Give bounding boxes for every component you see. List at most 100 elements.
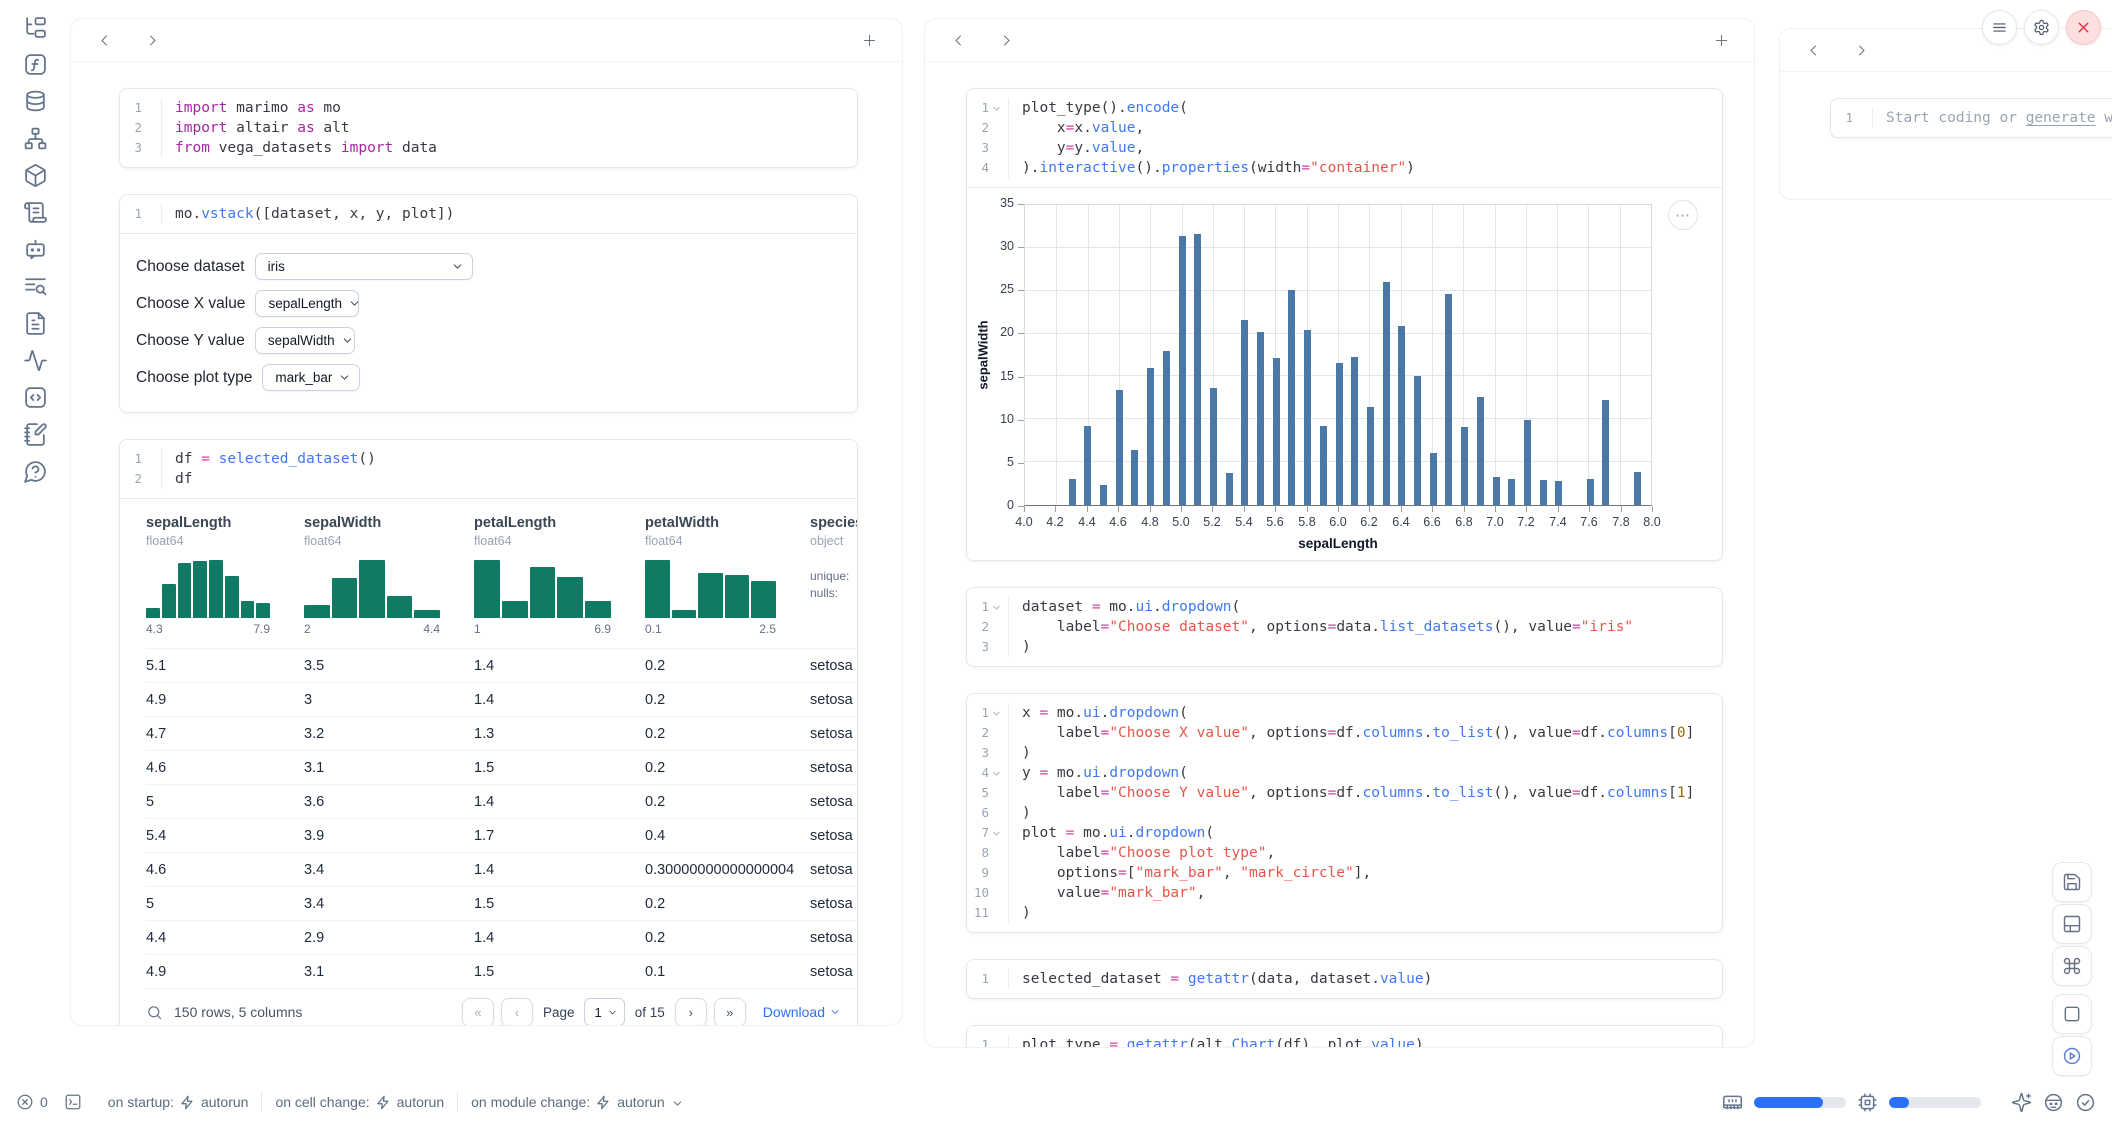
- package-icon: [23, 163, 48, 188]
- save-button[interactable]: [2052, 862, 2092, 902]
- run-all-button[interactable]: [2052, 1036, 2092, 1076]
- histogram-range: 4.37.9: [146, 622, 270, 636]
- column-scroll-left-button[interactable]: [93, 29, 115, 51]
- sidebar-list-search-button[interactable]: [16, 273, 54, 299]
- dropdown-select[interactable]: mark_bar: [262, 364, 360, 391]
- chevron-left-icon: [1806, 43, 1821, 58]
- code-editor[interactable]: 1x = mo.ui.dropdown(2 label="Choose X va…: [967, 694, 1722, 932]
- sidebar-notebook-pen-button[interactable]: [16, 421, 54, 447]
- fold-caret-icon[interactable]: [992, 709, 1001, 718]
- sidebar-database-button[interactable]: [16, 88, 54, 114]
- scratchpad-button[interactable]: [2052, 994, 2092, 1034]
- error-count-badge[interactable]: 0: [16, 1093, 48, 1111]
- notebook-menu-button[interactable]: [1982, 10, 2017, 45]
- code-editor[interactable]: 1selected_dataset = getattr(data, datase…: [967, 960, 1722, 998]
- table-row[interactable]: 53.61.40.2setosa: [146, 784, 857, 818]
- sidebar-package-button[interactable]: [16, 162, 54, 188]
- code-line: 6): [967, 803, 1722, 823]
- code-editor[interactable]: 1import marimo as mo2import altair as al…: [120, 89, 857, 167]
- sidebar-code-cell-button[interactable]: [16, 384, 54, 410]
- column-scroll-right-button[interactable]: [141, 29, 163, 51]
- code-line: 11): [967, 903, 1722, 923]
- x-tick-label: 5.2: [1194, 515, 1230, 529]
- settings-button[interactable]: [2024, 10, 2059, 45]
- prev-page-button[interactable]: ‹: [501, 998, 533, 1027]
- table-column-header[interactable]: petalLengthfloat6416.9: [474, 513, 645, 636]
- last-page-button[interactable]: »: [714, 998, 746, 1027]
- table-row[interactable]: 4.931.40.2setosa: [146, 682, 857, 716]
- column-scroll-left-button[interactable]: [947, 29, 969, 51]
- sidebar-document-button[interactable]: [16, 310, 54, 336]
- add-cell-button[interactable]: [1710, 29, 1732, 51]
- kernel-icon[interactable]: [2043, 1092, 2064, 1113]
- bot-icon: [23, 237, 48, 262]
- on-cell-change-chip[interactable]: on cell change: autorun: [275, 1094, 444, 1110]
- table-footer: 150 rows, 5 columns«‹Page1of 15›»Downloa…: [146, 988, 857, 1026]
- table-row[interactable]: 5.43.91.70.4setosa: [146, 818, 857, 852]
- code-line: 1import marimo as mo: [120, 98, 857, 118]
- chart-plot-area[interactable]: [1024, 204, 1652, 506]
- on-module-change-chip[interactable]: on module change: autorun: [471, 1094, 684, 1110]
- first-page-button[interactable]: «: [462, 998, 494, 1027]
- line-number: 1: [967, 969, 1009, 989]
- code-editor[interactable]: 1plot_type().encode(2 x=x.value,3 y=y.va…: [967, 89, 1722, 187]
- sidebar-file-tree-button[interactable]: [16, 14, 54, 40]
- code-line: 3): [967, 637, 1722, 657]
- on-startup-chip[interactable]: on startup: autorun: [108, 1094, 249, 1110]
- table-row[interactable]: 5.13.51.40.2setosa: [146, 648, 857, 682]
- table-column-header[interactable]: petalWidthfloat640.12.5: [645, 513, 810, 636]
- panel-layout-button[interactable]: [2052, 904, 2092, 944]
- sidebar-function-button[interactable]: [16, 51, 54, 77]
- line-number: 1: [1831, 108, 1873, 128]
- next-page-button[interactable]: ›: [675, 998, 707, 1027]
- chart-bar: [1430, 453, 1437, 505]
- sidebar-activity-button[interactable]: [16, 347, 54, 373]
- table-row[interactable]: 53.41.50.2setosa: [146, 886, 857, 920]
- fold-caret-icon[interactable]: [992, 769, 1001, 778]
- chart-bar: [1398, 326, 1405, 505]
- sidebar-scroll-button[interactable]: [16, 199, 54, 225]
- connection-check-icon[interactable]: [2075, 1092, 2096, 1113]
- column-type: float64: [304, 533, 474, 550]
- code-editor[interactable]: 1df = selected_dataset()2df: [120, 440, 857, 498]
- fold-caret-icon[interactable]: [992, 603, 1001, 612]
- chart-bar: [1602, 400, 1609, 505]
- keyboard-shortcuts-button[interactable]: [2052, 946, 2092, 986]
- code-editor[interactable]: 1Start coding or generate with AI: [1831, 99, 2112, 137]
- ai-sparkles-icon[interactable]: [2011, 1092, 2032, 1113]
- code-text: dataset = mo.ui.dropdown(: [1009, 597, 1240, 617]
- column-scroll-left-button[interactable]: [1802, 39, 1824, 61]
- dropdown-row: Choose Y valuesepalWidth: [136, 322, 841, 359]
- fold-caret-icon[interactable]: [992, 829, 1001, 838]
- sidebar-bot-button[interactable]: [16, 236, 54, 262]
- fold-caret-icon[interactable]: [992, 104, 1001, 113]
- column-scroll-right-button[interactable]: [995, 29, 1017, 51]
- table-column-header[interactable]: sepalWidthfloat6424.4: [304, 513, 474, 636]
- table-row[interactable]: 4.93.11.50.1setosa: [146, 954, 857, 988]
- dropdown-select[interactable]: sepalWidth: [255, 327, 355, 354]
- table-row[interactable]: 4.73.21.30.2setosa: [146, 716, 857, 750]
- page-select[interactable]: 1: [584, 998, 624, 1026]
- sidebar-sitemap-button[interactable]: [16, 125, 54, 151]
- add-cell-button[interactable]: [858, 29, 880, 51]
- terminal-button[interactable]: [64, 1093, 82, 1111]
- sidebar-help-button[interactable]: [16, 458, 54, 484]
- line-number: 11: [967, 903, 1009, 923]
- column-scroll-right-button[interactable]: [1850, 39, 1872, 61]
- dropdown-select[interactable]: iris: [255, 253, 473, 280]
- search-icon[interactable]: [146, 1004, 163, 1021]
- table-column-header[interactable]: sepalLengthfloat644.37.9: [146, 513, 304, 636]
- dropdown-select[interactable]: sepalLength: [255, 290, 359, 317]
- download-button[interactable]: Download: [763, 1004, 841, 1020]
- table-column-header[interactable]: speciesobjectunique:nulls:: [810, 513, 858, 636]
- table-row[interactable]: 4.63.41.40.30000000000000004setosa: [146, 852, 857, 886]
- code-editor[interactable]: 1plot_type = getattr(alt.Chart(df), plot…: [967, 1026, 1722, 1048]
- code-editor[interactable]: 1mo.vstack([dataset, x, y, plot]): [120, 195, 857, 233]
- shutdown-button[interactable]: [2066, 10, 2101, 45]
- table-cell: 5: [146, 896, 304, 912]
- table-row[interactable]: 4.63.11.50.2setosa: [146, 750, 857, 784]
- chart-actions-menu-button[interactable]: ⋯: [1668, 200, 1698, 230]
- code-editor[interactable]: 1dataset = mo.ui.dropdown(2 label="Choos…: [967, 588, 1722, 666]
- table-row[interactable]: 4.42.91.40.2setosa: [146, 920, 857, 954]
- line-number: 3: [967, 637, 1009, 657]
